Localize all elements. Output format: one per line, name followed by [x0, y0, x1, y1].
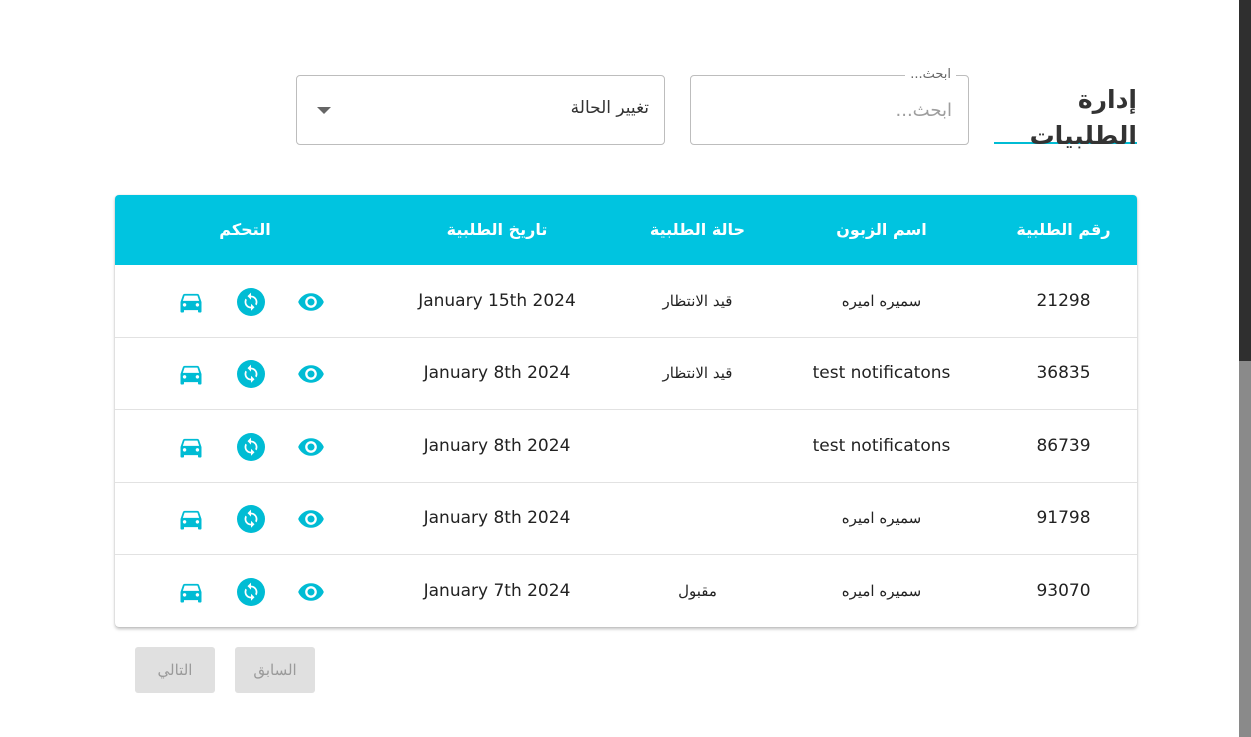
next-page-button[interactable]: التالي: [135, 647, 215, 693]
cell-status: قيد الانتظار: [662, 292, 733, 310]
cell-customer: سميره اميره: [841, 292, 922, 310]
table-header: رقم الطلبية اسم الزبون حالة الطلبية تاري…: [115, 195, 1137, 265]
table-row: 86739 test notificatons January 8th 2024: [115, 410, 1137, 483]
search-input[interactable]: [691, 76, 968, 144]
cell-order-id: 93070: [1036, 580, 1091, 601]
car-icon[interactable]: [177, 505, 205, 533]
column-header-order-id: رقم الطلبية: [1016, 220, 1111, 239]
cell-customer: test notificatons: [812, 435, 951, 456]
car-icon[interactable]: [177, 578, 205, 606]
cell-order-id: 21298: [1036, 291, 1091, 311]
eye-icon[interactable]: [297, 505, 325, 533]
cell-customer: سميره اميره: [841, 581, 922, 600]
cell-status: قيد الانتظار: [662, 364, 733, 383]
column-header-controls: التحكم: [219, 220, 271, 239]
eye-icon[interactable]: [297, 578, 325, 606]
car-icon[interactable]: [177, 360, 205, 388]
table-row: 36835 test notificatons قيد الانتظار Januar…: [115, 337, 1137, 411]
eye-icon[interactable]: [297, 433, 325, 461]
cell-order-id: 36835: [1036, 363, 1091, 384]
cell-status: [620, 410, 775, 482]
cell-order-id: 86739: [1036, 435, 1091, 456]
column-header-date: تاريخ الطلبية: [446, 220, 548, 239]
cell-date: January 8th 2024: [423, 508, 571, 529]
table-row: 93070 سميره اميره مقبول January 7th 2024: [115, 555, 1137, 627]
refresh-icon[interactable]: [237, 505, 265, 534]
eye-icon[interactable]: [297, 360, 325, 388]
table-row: 91798 سميره اميره January 8th 2024: [115, 482, 1137, 556]
refresh-icon[interactable]: [237, 360, 265, 389]
cell-customer: سميره اميره: [841, 509, 922, 528]
caret-down-icon: [317, 107, 331, 114]
table-row: 21298 سميره اميره قيد الانتظار January 15th…: [115, 265, 1137, 338]
search-field[interactable]: ابحث...: [690, 67, 969, 145]
refresh-icon[interactable]: [237, 288, 265, 316]
scrollbar-thumb[interactable]: [1239, 361, 1251, 737]
orders-table: رقم الطلبية اسم الزبون حالة الطلبية تاري…: [115, 195, 1137, 627]
cell-date: January 15th 2024: [418, 291, 576, 311]
cell-customer: test notificatons: [812, 363, 951, 384]
car-icon[interactable]: [177, 433, 205, 461]
cell-date: January 7th 2024: [423, 580, 571, 601]
cell-order-id: 91798: [1036, 508, 1091, 529]
column-header-status: حالة الطلبية: [649, 220, 746, 239]
column-header-customer: اسم الزبون: [836, 220, 927, 239]
car-icon[interactable]: [177, 288, 205, 316]
scrollbar-track[interactable]: [1239, 0, 1251, 737]
eye-icon[interactable]: [297, 288, 325, 316]
refresh-icon[interactable]: [237, 432, 265, 461]
cell-status: مقبول: [678, 581, 717, 600]
status-select-value: تغيير الحالة: [570, 98, 649, 118]
cell-status: [620, 482, 775, 554]
previous-page-button[interactable]: السابق: [235, 647, 315, 693]
status-select[interactable]: تغيير الحالة: [296, 75, 665, 145]
cell-date: January 8th 2024: [423, 435, 571, 456]
page-title: إدارة الطلبيات: [994, 82, 1137, 150]
cell-date: January 8th 2024: [423, 363, 571, 384]
refresh-icon[interactable]: [237, 577, 265, 606]
